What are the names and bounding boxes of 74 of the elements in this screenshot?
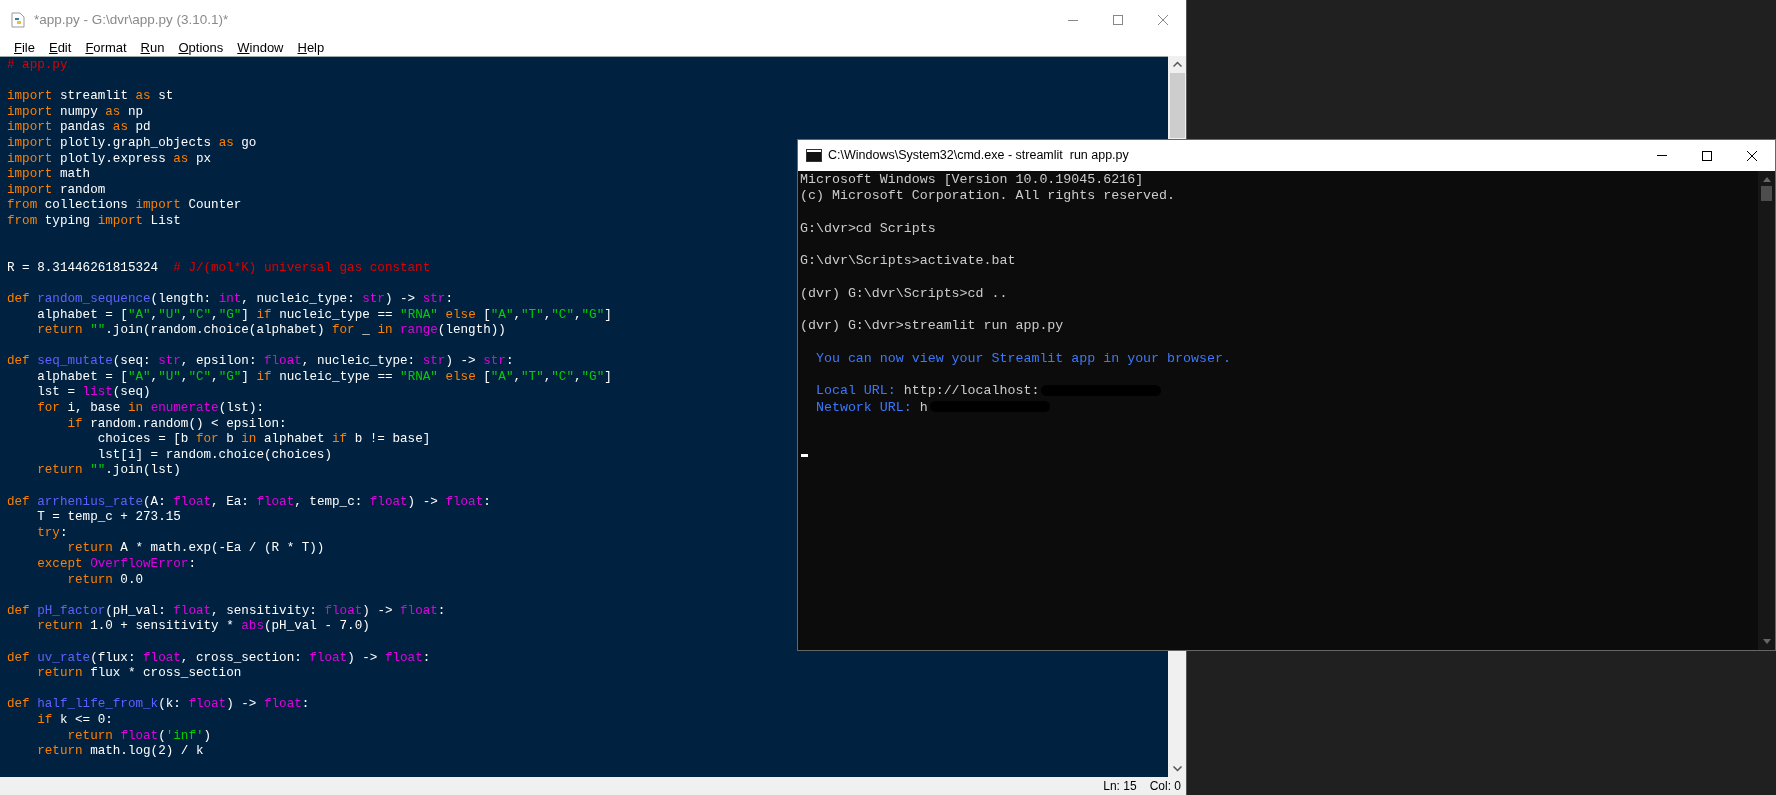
scroll-down-icon[interactable] bbox=[1762, 639, 1771, 644]
code-line: alphabet = ["A","U","C","G"] if nucleic_type == "RNA" else ["A","T","C","G"] bbox=[36, 369, 612, 384]
close-icon bbox=[1747, 150, 1757, 161]
code-line: import plotly.express as px bbox=[7, 151, 212, 166]
code-line: def uv_rate(flux: float, cross_section: float) -> float: bbox=[7, 650, 431, 665]
console-line: G:\dvr\Scripts>activate.bat bbox=[800, 253, 1016, 269]
scroll-down-icon[interactable] bbox=[1172, 766, 1182, 772]
column-status: Col: 0 bbox=[1149, 778, 1181, 795]
close-icon bbox=[1158, 15, 1168, 25]
scroll-up-icon[interactable] bbox=[1172, 61, 1182, 67]
code-line: for i, base in enumerate(lst): bbox=[36, 401, 264, 416]
terminal-icon bbox=[806, 149, 822, 162]
maximize-icon bbox=[1701, 150, 1712, 161]
text-cursor bbox=[801, 454, 808, 458]
console-line: Microsoft Windows [Version 10.0.19045.6216] bbox=[800, 172, 1144, 187]
code-line: def arrhenius_rate(A: float, Ea: float, temp_c: float) -> float: bbox=[7, 494, 491, 509]
minimize-icon bbox=[1656, 155, 1667, 156]
code-line: import random bbox=[7, 182, 106, 197]
menu-item[interactable]: Help bbox=[290, 40, 332, 54]
code-line: import plotly.graph_objects as go bbox=[7, 135, 257, 150]
menu-item[interactable]: Window bbox=[230, 40, 291, 54]
code-line: return "".join(lst) bbox=[36, 463, 181, 478]
console-line: You can now view your Streamlit app in your browser. bbox=[814, 350, 1231, 366]
console-line: (c) Microsoft Corporation. All rights reserved. bbox=[800, 188, 1176, 204]
menu-item[interactable]: Options bbox=[171, 40, 231, 54]
code-line: def pH_factor(pH_val: float, sensitivity: float) -> float: bbox=[7, 603, 446, 618]
code-line: return math.log(2) / k bbox=[36, 744, 204, 759]
console-line: (dvr) G:\dvr>streamlit run app.py bbox=[800, 318, 1064, 334]
window-title: C:\Windows\System32\cmd.exe - streamlit run app.py bbox=[828, 147, 1129, 165]
console-line: Local URL: http://localhost: bbox=[814, 383, 1040, 399]
scrollbar-thumb[interactable] bbox=[1169, 73, 1185, 138]
menu-item[interactable]: Format bbox=[78, 40, 134, 54]
code-line: from typing import List bbox=[7, 213, 181, 228]
code-line: return 1.0 + sensitivity * abs(pH_val - 7.0) bbox=[36, 619, 370, 634]
code-line: lst[i] = random.choice(choices) bbox=[96, 447, 332, 462]
code-line: try: bbox=[36, 525, 68, 540]
code-line: from collections import Counter bbox=[7, 198, 242, 213]
code-line: choices = [b for b in alphabet if b != base] bbox=[96, 432, 431, 447]
menu-item[interactable]: Edit bbox=[41, 40, 79, 54]
code-line: import math bbox=[7, 167, 91, 182]
code-line: def seq_mutate(seq: str, epsilon: float, nucleic_type: str) -> str: bbox=[7, 354, 514, 369]
scroll-up-icon[interactable] bbox=[1762, 177, 1771, 182]
code-line: except OverflowError: bbox=[36, 557, 196, 571]
code-line: return float('inf') bbox=[66, 728, 212, 743]
code-line: def random_sequence(length: int, nucleic_type: str) -> str: bbox=[7, 291, 453, 306]
console-line: (dvr) G:\dvr\Scripts>cd .. bbox=[800, 285, 1008, 301]
scrollbar[interactable] bbox=[1168, 651, 1186, 777]
menu-item[interactable]: File bbox=[7, 40, 42, 54]
line-number-status: Ln: 15 bbox=[1103, 778, 1137, 795]
code-line: if k <= 0: bbox=[36, 712, 113, 727]
code-line: return flux * cross_section bbox=[36, 666, 242, 681]
code-line: R = 8.31446261815324 # J/(mol*K) universal gas constant bbox=[7, 260, 431, 275]
maximize-icon bbox=[1112, 15, 1123, 25]
code-line: return "".join(random.choice(alphabet) for _ in range(length)) bbox=[36, 323, 506, 338]
window-title: *app.py - G:\dvr\app.py (3.10.1)* bbox=[34, 10, 229, 29]
scrollbar-thumb[interactable] bbox=[1761, 186, 1772, 201]
code-line: import numpy as np bbox=[7, 104, 144, 119]
code-line: lst = list(seq) bbox=[36, 385, 151, 400]
code-line: return 0.0 bbox=[66, 572, 144, 587]
code-line: def half_life_from_k(k: float) -> float: bbox=[7, 697, 310, 712]
code-line: import pandas as pd bbox=[7, 120, 151, 135]
file-icon bbox=[10, 12, 26, 28]
scrollbar[interactable] bbox=[1758, 171, 1775, 650]
code-line: return A * math.exp(-Ea / (R * T)) bbox=[66, 541, 325, 556]
minimize-icon bbox=[1067, 19, 1078, 21]
scrollbar[interactable] bbox=[1168, 56, 1186, 138]
console-line: Network URL: h bbox=[814, 399, 928, 415]
code-line: if random.random() < epsilon: bbox=[66, 416, 287, 431]
code-line: import streamlit as st bbox=[7, 89, 174, 104]
menu-item[interactable]: Run bbox=[133, 40, 172, 54]
code-line: T = temp_c + 273.15 bbox=[36, 510, 181, 525]
code-line: alphabet = ["A","U","C","G"] if nucleic_type == "RNA" else ["A","T","C","G"] bbox=[36, 307, 612, 322]
code-line: # app.py bbox=[7, 58, 68, 72]
console-line: G:\dvr>cd Scripts bbox=[800, 220, 936, 236]
